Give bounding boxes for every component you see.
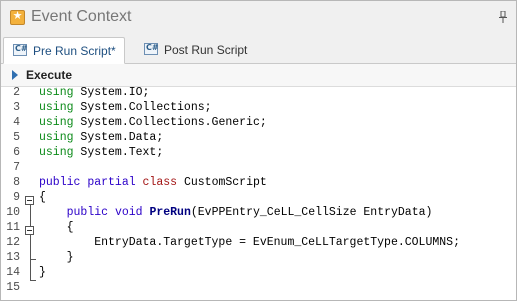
line-number: 5: [13, 131, 20, 144]
code-line[interactable]: 13 }: [1, 250, 516, 265]
code-token: using: [39, 101, 74, 114]
line-number: 11: [6, 221, 20, 234]
code-line[interactable]: 15: [1, 280, 516, 295]
csharp-file-icon: C#: [13, 44, 28, 56]
tab-label: Pre Run Script*: [33, 44, 116, 58]
code-line[interactable]: 4 using System.Collections.Generic;: [1, 115, 516, 130]
event-context-panel: ★ Event Context C# Pre Run Script* C# Po…: [0, 0, 517, 301]
code-token: using: [39, 146, 74, 159]
code-text: using System.IO;: [39, 87, 149, 100]
line-number: 9: [13, 191, 20, 204]
code-text: using System.Collections;: [39, 100, 212, 115]
tab-pre-run-script[interactable]: C# Pre Run Script*: [3, 37, 125, 64]
code-token: {: [39, 191, 46, 204]
code-line[interactable]: 10 public void PreRun(EvPPEntry_CeLL_Cel…: [1, 205, 516, 220]
line-number: 13: [6, 251, 20, 264]
code-token: CustomScript: [177, 176, 267, 189]
code-text: }: [39, 250, 74, 265]
code-text: using System.Data;: [39, 130, 163, 145]
code-line[interactable]: 9{: [1, 190, 516, 205]
line-number: 3: [13, 101, 20, 114]
code-token: }: [39, 266, 46, 279]
line-number: 6: [13, 146, 20, 159]
tab-post-run-script[interactable]: C# Post Run Script: [135, 37, 255, 63]
code-token: void: [114, 206, 143, 219]
code-text: public void PreRun(EvPPEntry_CeLL_CellSi…: [39, 205, 433, 220]
code-text: }: [39, 265, 46, 280]
tab-label: Post Run Script: [164, 43, 248, 57]
panel-titlebar: ★ Event Context: [1, 1, 516, 35]
code-line[interactable]: 6 using System.Text;: [1, 145, 516, 160]
line-number: 14: [6, 266, 20, 279]
code-editor[interactable]: 2 using System.IO; 3 using System.Collectio…: [1, 87, 516, 300]
code-token: {: [39, 221, 74, 234]
code-token: (EvPPEntry_CeLL_CellSize EntryData): [190, 206, 433, 219]
line-number: 10: [6, 206, 20, 219]
code-token: public: [39, 176, 81, 189]
code-line[interactable]: 2 using System.IO;: [1, 87, 516, 100]
line-number: 7: [13, 161, 20, 174]
code-token: public: [66, 206, 109, 219]
code-text: public partial class CustomScript: [39, 175, 267, 190]
line-number: 2: [13, 87, 20, 99]
code-token: partial: [87, 176, 136, 189]
code-text: using System.Collections.Generic;: [39, 115, 267, 130]
code-token: using: [39, 87, 74, 99]
code-line[interactable]: 11 {: [1, 220, 516, 235]
code-line[interactable]: 5 using System.Data;: [1, 130, 516, 145]
code-text: {: [39, 220, 74, 235]
code-line[interactable]: 8 public partial class CustomScript: [1, 175, 516, 190]
code-line[interactable]: 12 EntryData.TargetType = EvEnum_CeLLTar…: [1, 235, 516, 250]
line-number: 15: [6, 281, 20, 294]
line-number: 8: [13, 176, 20, 189]
play-icon[interactable]: [12, 70, 18, 80]
code-token: System.Collections;: [73, 101, 212, 114]
code-token: EntryData.TargetType = EvEnum_CeLLTarget…: [39, 236, 460, 249]
code-token: System.IO;: [73, 87, 150, 99]
code-line[interactable]: 7: [1, 160, 516, 175]
code-token: System.Data;: [73, 131, 164, 144]
line-number: 12: [6, 236, 20, 249]
code-token: using: [39, 116, 74, 129]
script-tabs: C# Pre Run Script* C# Post Run Script: [1, 35, 516, 64]
code-text: using System.Text;: [39, 145, 163, 160]
code-line[interactable]: 3 using System.Collections;: [1, 100, 516, 115]
csharp-file-icon: C#: [144, 43, 159, 55]
code-token: using: [39, 131, 74, 144]
code-line[interactable]: 14}: [1, 265, 516, 280]
code-token: System.Text;: [73, 146, 164, 159]
code-token: }: [39, 251, 74, 264]
code-token: System.Collections.Generic;: [73, 116, 267, 129]
panel-title: Event Context: [31, 8, 132, 25]
code-text: {: [39, 190, 46, 205]
code-token: class: [142, 176, 178, 189]
script-toolbar: Execute: [1, 64, 516, 87]
code-token: PreRun: [149, 206, 191, 219]
line-number: 4: [13, 116, 20, 129]
code-text: EntryData.TargetType = EvEnum_CeLLTarget…: [39, 235, 460, 250]
pin-icon[interactable]: [498, 11, 508, 23]
execute-button[interactable]: Execute: [26, 68, 72, 82]
star-icon: ★: [10, 9, 25, 25]
